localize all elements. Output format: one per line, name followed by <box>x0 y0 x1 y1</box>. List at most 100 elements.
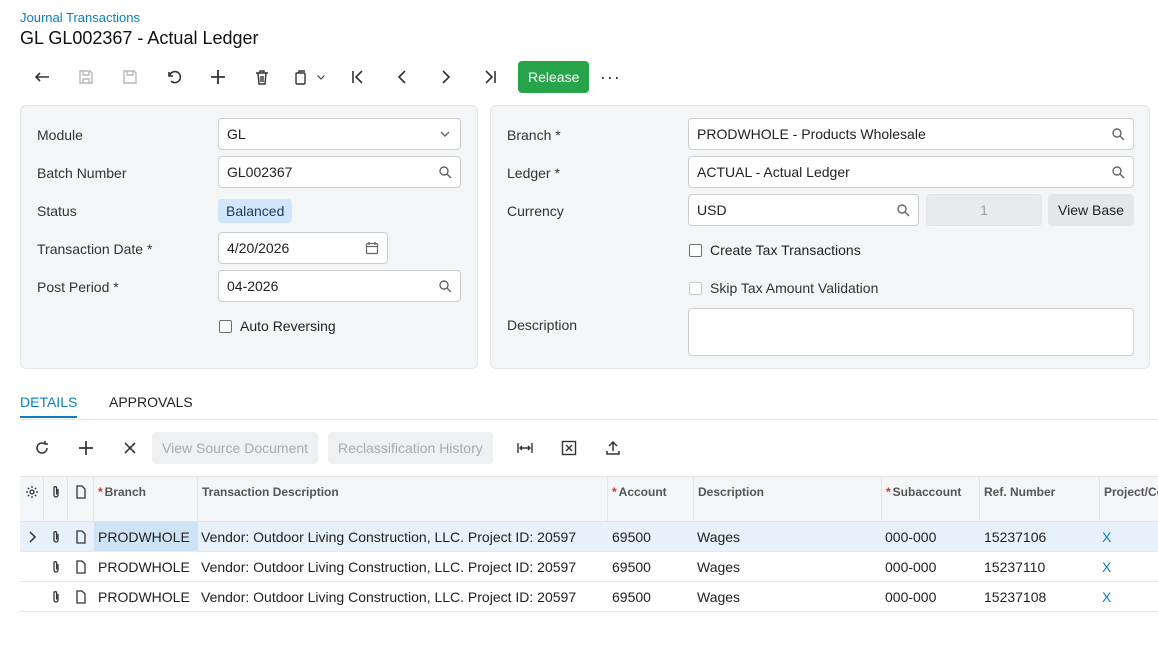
paperclip-icon <box>52 486 59 498</box>
checkbox-box[interactable] <box>219 319 232 333</box>
cell-subaccount[interactable]: 000-000 <box>882 582 980 611</box>
add-button[interactable] <box>196 60 240 94</box>
cell-branch[interactable]: PRODWHOLE <box>94 582 198 611</box>
close-icon <box>124 442 136 454</box>
add-row-button[interactable] <box>64 432 108 464</box>
cell-subaccount[interactable]: 000-000 <box>882 522 980 551</box>
more-actions-button[interactable]: ··· <box>595 60 625 94</box>
cell-ref-number[interactable]: 15237110 <box>980 552 1100 581</box>
cell-project[interactable]: X <box>1100 552 1158 581</box>
skip-tax-checkbox: Skip Tax Amount Validation <box>689 280 878 296</box>
ledger-field[interactable]: ACTUAL - Actual Ledger <box>688 156 1134 188</box>
batch-number-field[interactable]: GL002367 <box>218 156 461 188</box>
module-select[interactable]: GL <box>218 118 461 150</box>
module-value: GL <box>227 126 246 142</box>
cell-project[interactable]: X <box>1100 582 1158 611</box>
checkbox-box[interactable] <box>689 243 702 257</box>
col-description[interactable]: Description <box>694 477 882 521</box>
note-icon[interactable] <box>68 582 94 611</box>
back-button[interactable] <box>20 60 64 94</box>
calendar-icon[interactable] <box>365 241 379 255</box>
view-base-button[interactable]: View Base <box>1048 194 1134 226</box>
post-period-field[interactable]: 04-2026 <box>218 270 461 302</box>
release-button[interactable]: Release <box>518 61 590 93</box>
table-row[interactable]: PRODWHOLE Vendor: Outdoor Living Constru… <box>20 582 1158 612</box>
next-record-button[interactable] <box>424 60 468 94</box>
breadcrumb[interactable]: Journal Transactions <box>20 10 140 25</box>
search-icon[interactable] <box>1111 127 1125 141</box>
form-panel-left: Module GL Batch Number GL002367 Status B… <box>20 105 478 369</box>
column-settings[interactable] <box>20 477 44 521</box>
paperclip-icon[interactable] <box>44 552 68 581</box>
cell-project[interactable]: X <box>1100 522 1158 551</box>
chevron-right-icon[interactable] <box>20 522 44 551</box>
search-icon[interactable] <box>896 203 910 217</box>
create-tax-checkbox[interactable]: Create Tax Transactions <box>689 242 861 258</box>
save-close-button[interactable] <box>108 60 152 94</box>
checkbox-box <box>689 281 702 295</box>
col-ref-number[interactable]: Ref. Number <box>980 477 1100 521</box>
col-project[interactable]: Project/Co <box>1100 477 1158 521</box>
save-button[interactable] <box>64 60 108 94</box>
cell-account[interactable]: 69500 <box>608 522 694 551</box>
note-icon[interactable] <box>68 522 94 551</box>
tab-bar: DETAILS APPROVALS <box>20 394 1158 420</box>
batch-number-label: Batch Number <box>37 165 127 181</box>
post-period-value: 04-2026 <box>227 278 279 294</box>
delete-row-button[interactable] <box>108 432 152 464</box>
upload-button[interactable] <box>591 432 635 464</box>
cell-account[interactable]: 69500 <box>608 582 694 611</box>
col-transaction-description[interactable]: Transaction Description <box>198 477 608 521</box>
refresh-button[interactable] <box>20 432 64 464</box>
tab-details[interactable]: DETAILS <box>20 394 78 418</box>
undo-button[interactable] <box>152 60 196 94</box>
save-icon <box>79 70 93 84</box>
cell-description[interactable]: Wages <box>694 552 882 581</box>
first-record-button[interactable] <box>336 60 380 94</box>
col-subaccount[interactable]: * Subaccount <box>882 477 980 521</box>
cell-transaction-description[interactable]: Vendor: Outdoor Living Construction, LLC… <box>198 552 608 581</box>
cell-ref-number[interactable]: 15237108 <box>980 582 1100 611</box>
cell-account[interactable]: 69500 <box>608 552 694 581</box>
copy-paste-menu[interactable] <box>284 60 336 94</box>
paperclip-icon[interactable] <box>44 582 68 611</box>
search-icon[interactable] <box>438 165 452 179</box>
cell-branch[interactable]: PRODWHOLE <box>94 552 198 581</box>
post-period-label: Post Period * <box>37 279 119 295</box>
cell-subaccount[interactable]: 000-000 <box>882 552 980 581</box>
tab-approvals[interactable]: APPROVALS <box>109 394 193 416</box>
table-row[interactable]: PRODWHOLE Vendor: Outdoor Living Constru… <box>20 522 1158 552</box>
search-icon[interactable] <box>438 279 452 293</box>
auto-reversing-checkbox[interactable]: Auto Reversing <box>219 318 336 334</box>
cell-ref-number[interactable]: 15237106 <box>980 522 1100 551</box>
transaction-date-field[interactable]: 4/20/2026 <box>218 232 388 264</box>
branch-value: PRODWHOLE - Products Wholesale <box>697 126 926 142</box>
cell-branch[interactable]: PRODWHOLE <box>94 522 198 551</box>
branch-field[interactable]: PRODWHOLE - Products Wholesale <box>688 118 1134 150</box>
cell-transaction-description[interactable]: Vendor: Outdoor Living Construction, LLC… <box>198 522 608 551</box>
table-row[interactable]: PRODWHOLE Vendor: Outdoor Living Constru… <box>20 552 1158 582</box>
transaction-date-value: 4/20/2026 <box>227 240 290 256</box>
col-account[interactable]: * Account <box>608 477 694 521</box>
col-branch[interactable]: * Branch <box>94 477 198 521</box>
delete-button[interactable] <box>240 60 284 94</box>
currency-field[interactable]: USD <box>688 194 919 226</box>
status-badge: Balanced <box>218 199 293 223</box>
paperclip-icon[interactable] <box>44 522 68 551</box>
cell-transaction-description[interactable]: Vendor: Outdoor Living Construction, LLC… <box>198 582 608 611</box>
description-label: Description <box>507 317 578 333</box>
description-textarea[interactable] <box>688 308 1134 356</box>
export-excel-button[interactable] <box>547 432 591 464</box>
last-record-button[interactable] <box>468 60 512 94</box>
chevron-down-icon <box>317 75 325 80</box>
search-icon[interactable] <box>1111 165 1125 179</box>
fit-columns-button[interactable] <box>503 432 547 464</box>
cell-description[interactable]: Wages <box>694 522 882 551</box>
note-icon[interactable] <box>68 552 94 581</box>
add-icon <box>79 441 93 455</box>
cell-description[interactable]: Wages <box>694 582 882 611</box>
reclassification-history-button: Reclassification History <box>328 432 493 464</box>
attachments-column <box>44 477 68 521</box>
refresh-icon <box>36 441 48 454</box>
previous-record-button[interactable] <box>380 60 424 94</box>
